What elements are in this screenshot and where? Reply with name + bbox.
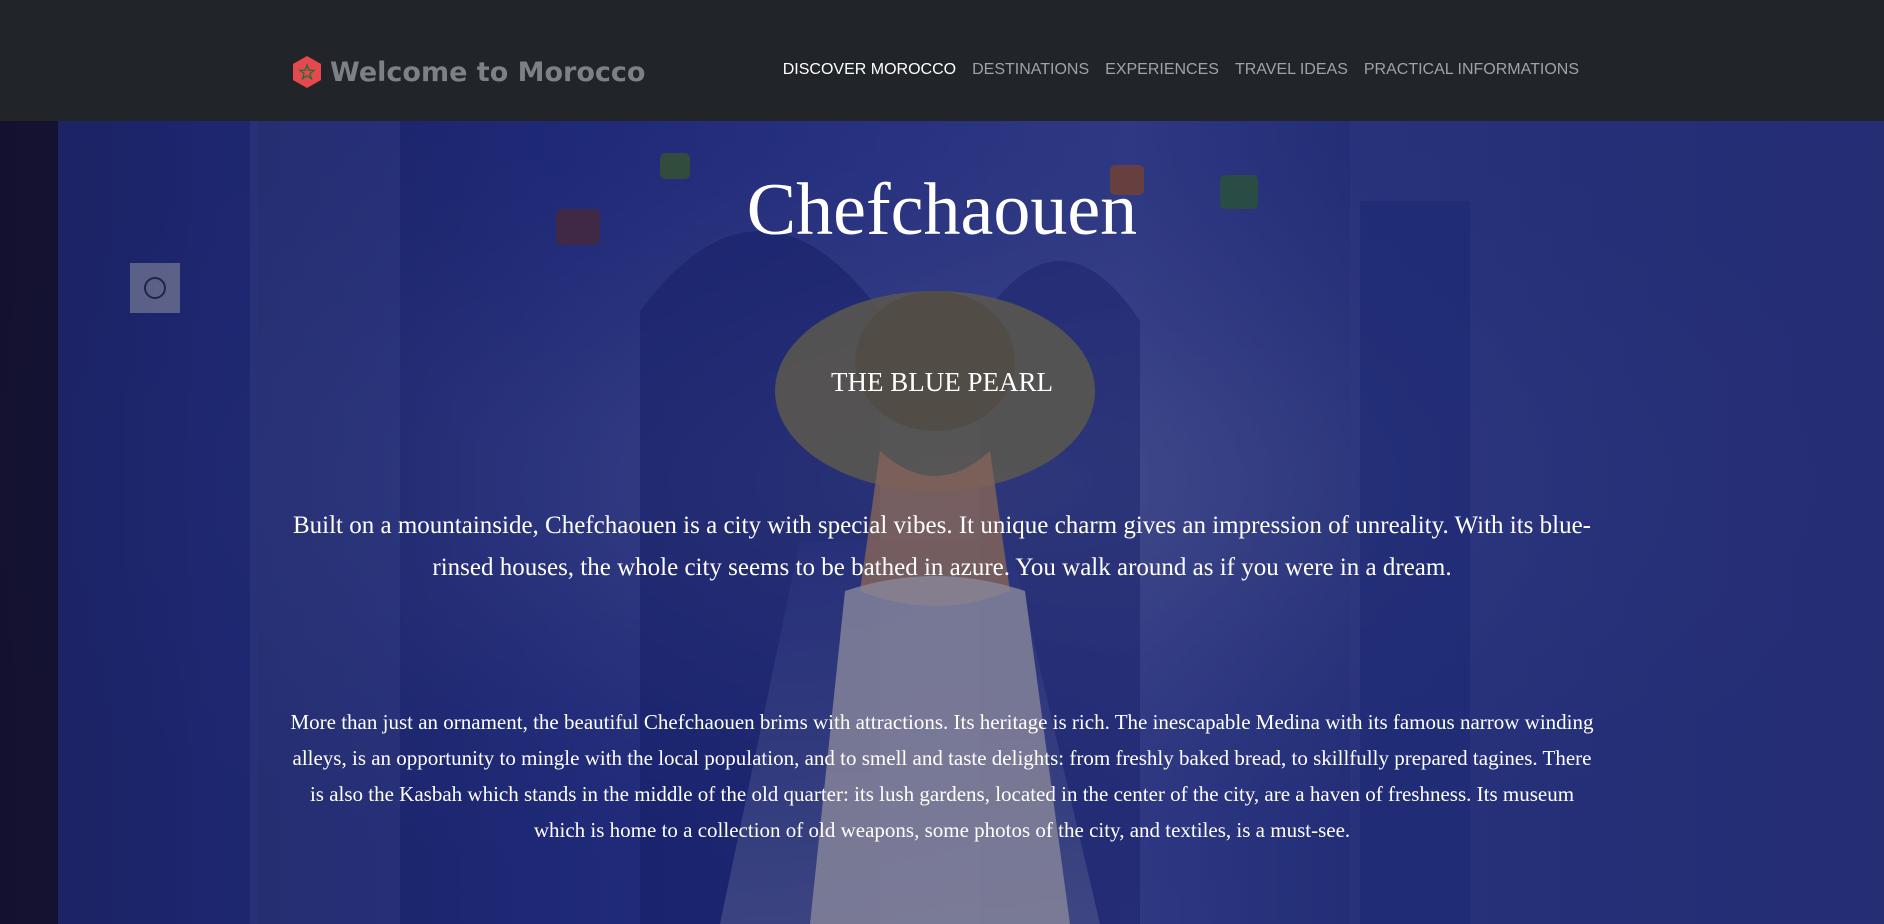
nav-menu: DISCOVER MOROCCO DESTINATIONS EXPERIENCE… xyxy=(767,61,1579,79)
hero-content: Chefchaouen THE BLUE PEARL Built on a mo… xyxy=(0,121,1884,924)
top-navbar: Welcome to Morocco DISCOVER MOROCCO DEST… xyxy=(0,0,1884,121)
nav-link-experiences[interactable]: EXPERIENCES xyxy=(1105,61,1219,79)
brand-link[interactable]: Welcome to Morocco xyxy=(292,52,645,92)
moroccan-star-hexagon-icon xyxy=(293,56,321,88)
intro-paragraph: Built on a mountainside, Chefchaouen is … xyxy=(292,512,1592,581)
nav-link-travel-ideas[interactable]: TRAVEL IDEAS xyxy=(1235,61,1348,79)
page-subtitle: THE BLUE PEARL xyxy=(831,367,1053,397)
nav-link-discover-morocco[interactable]: DISCOVER MOROCCO xyxy=(783,61,956,79)
hero-section: Chefchaouen THE BLUE PEARL Built on a mo… xyxy=(0,121,1884,924)
nav-link-destinations[interactable]: DESTINATIONS xyxy=(972,61,1089,79)
nav-link-practical-informations[interactable]: PRACTICAL INFORMATIONS xyxy=(1364,61,1579,79)
brand-title: Welcome to Morocco xyxy=(330,56,646,88)
page-title: Chefchaouen xyxy=(746,169,1138,251)
description-paragraph: More than just an ornament, the beautifu… xyxy=(290,710,1594,842)
